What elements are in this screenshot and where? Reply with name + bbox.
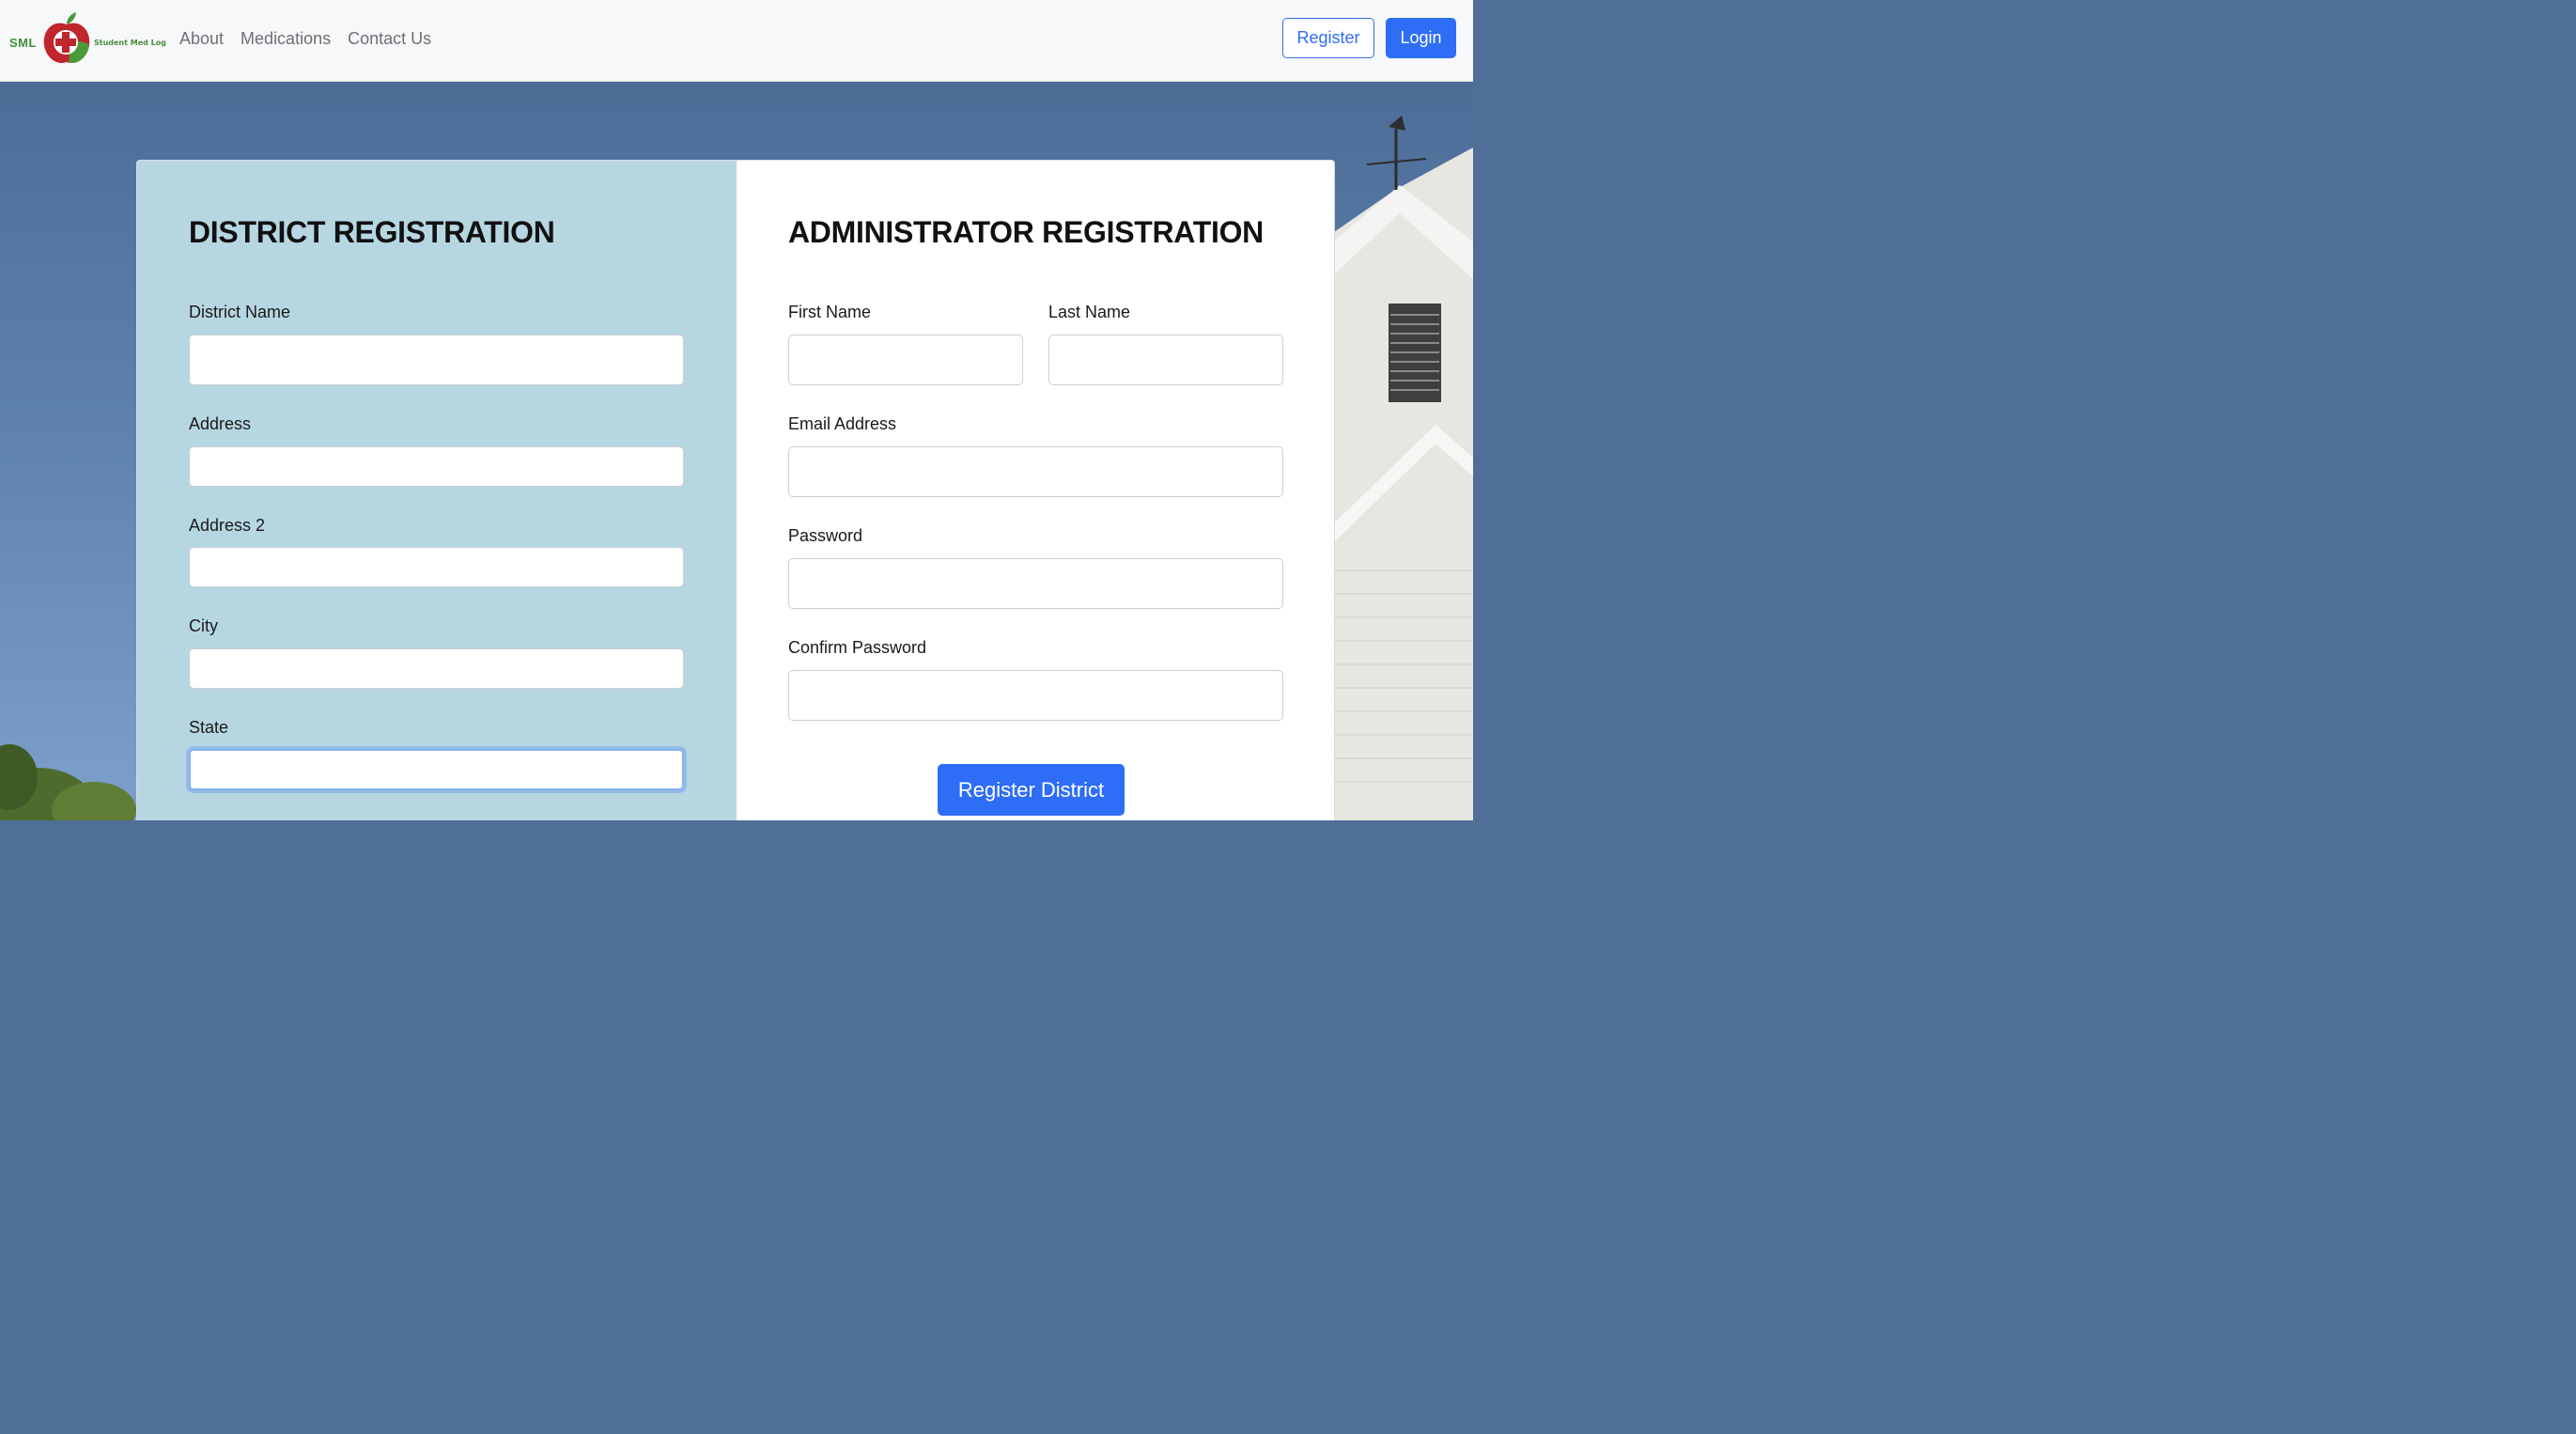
district-name-input[interactable] bbox=[189, 335, 684, 385]
administrator-registration-panel: ADMINISTRATOR REGISTRATION First Name La… bbox=[737, 161, 1334, 820]
navbar: SML Student Med Log About Medications Co… bbox=[0, 0, 1473, 82]
first-name-label: First Name bbox=[788, 303, 872, 321]
address-input[interactable] bbox=[189, 446, 684, 487]
password-input[interactable] bbox=[788, 558, 1283, 609]
nav-link-medications[interactable]: Medications bbox=[241, 28, 331, 49]
email-address-input[interactable] bbox=[788, 446, 1283, 497]
district-registration-title: DISTRICT REGISTRATION bbox=[189, 215, 555, 249]
nav-link-contact-us[interactable]: Contact Us bbox=[348, 28, 431, 49]
city-label: City bbox=[189, 616, 218, 635]
state-label: State bbox=[189, 718, 229, 737]
last-name-label: Last Name bbox=[1048, 303, 1131, 321]
brand-short-name: SML bbox=[9, 36, 37, 50]
last-name-input[interactable] bbox=[1048, 335, 1283, 385]
apple-cross-logo-icon bbox=[43, 12, 90, 64]
address-label: Address bbox=[189, 414, 252, 433]
nav-link-about[interactable]: About bbox=[179, 28, 224, 49]
email-address-label: Email Address bbox=[788, 414, 897, 433]
register-district-button[interactable]: Register District bbox=[938, 764, 1125, 816]
confirm-password-label: Confirm Password bbox=[788, 638, 927, 657]
state-input[interactable] bbox=[189, 749, 684, 790]
administrator-registration-title: ADMINISTRATOR REGISTRATION bbox=[788, 215, 1264, 249]
brand-full-name: Student Med Log bbox=[94, 39, 166, 47]
first-name-input[interactable] bbox=[788, 335, 1023, 385]
register-button[interactable]: Register bbox=[1282, 18, 1374, 58]
district-registration-panel: DISTRICT REGISTRATION District Name Addr… bbox=[137, 161, 737, 820]
city-input[interactable] bbox=[189, 648, 684, 689]
address-2-label: Address 2 bbox=[189, 516, 266, 535]
confirm-password-input[interactable] bbox=[788, 670, 1283, 721]
brand-logo-link[interactable]: SML Student Med Log bbox=[9, 11, 166, 68]
nav-links: About Medications Contact Us bbox=[179, 28, 448, 49]
registration-card: DISTRICT REGISTRATION District Name Addr… bbox=[136, 160, 1335, 820]
district-name-label: District Name bbox=[189, 303, 291, 321]
address-2-input[interactable] bbox=[189, 547, 684, 587]
login-button[interactable]: Login bbox=[1386, 18, 1456, 58]
password-label: Password bbox=[788, 526, 863, 545]
